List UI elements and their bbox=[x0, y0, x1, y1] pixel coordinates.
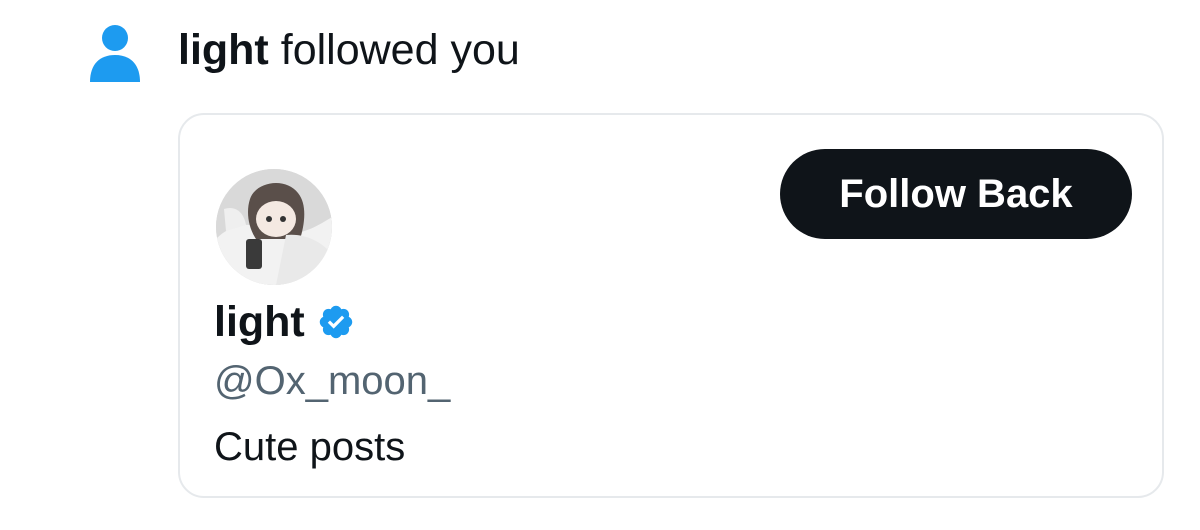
actor-name[interactable]: light bbox=[178, 26, 269, 74]
profile-bio: Cute posts bbox=[214, 425, 406, 469]
profile-handle[interactable]: @Ox_moon_ bbox=[214, 355, 450, 407]
avatar[interactable] bbox=[216, 169, 332, 285]
notification-headline: light followed you bbox=[178, 24, 520, 76]
follow-back-button[interactable]: Follow Back bbox=[780, 149, 1132, 239]
follow-notification[interactable]: light followed you Follow Back light @Ox… bbox=[0, 0, 1200, 530]
notification-action-text: followed you bbox=[280, 26, 520, 74]
person-icon bbox=[88, 24, 142, 84]
display-name-row: light bbox=[214, 295, 355, 349]
display-name[interactable]: light bbox=[214, 295, 305, 349]
profile-card[interactable]: Follow Back light @Ox_moon_ Cute posts bbox=[178, 113, 1164, 498]
verified-badge-icon bbox=[317, 303, 355, 341]
